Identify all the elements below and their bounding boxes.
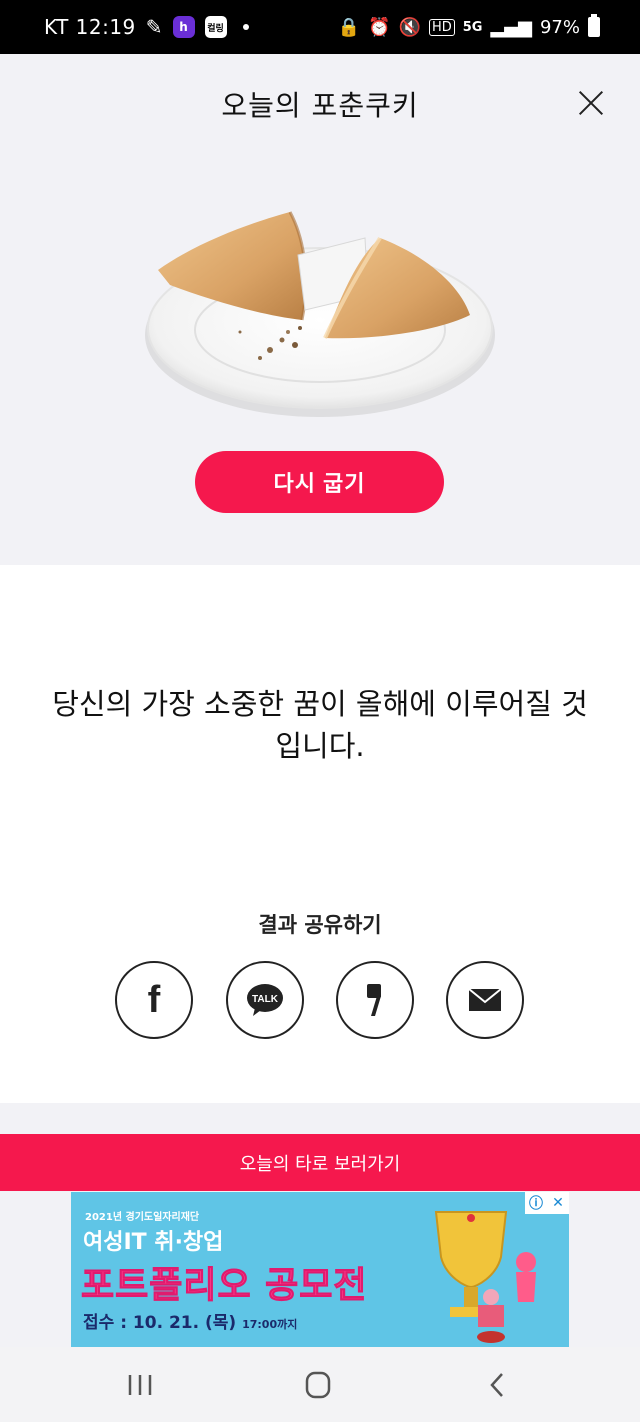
close-icon[interactable] (578, 90, 604, 116)
lock-icon: 🔒 (337, 16, 361, 38)
ad-date-label: 접수 : 10. 21. (목) (83, 1313, 237, 1333)
header: 오늘의 포춘쿠키 (0, 54, 640, 154)
status-right: 🔒 ⏰ 🔇 HD 5G ▂▄▆ 97% (337, 14, 600, 38)
ad-close-icon[interactable]: ✕ (547, 1192, 569, 1214)
hd-icon: HD (428, 18, 455, 36)
status-left: KT 12:19 ✎ h 컬링 (44, 15, 249, 39)
mail-icon (468, 988, 502, 1011)
fortune-panel: 당신의 가장 소중한 꿈이 올해에 이루어질 것입니다. 결과 공유하기 f T… (0, 565, 640, 1103)
mute-icon: 🔇 (398, 16, 421, 38)
network-5g-icon: 5G (462, 19, 483, 35)
tarot-link-button[interactable]: 오늘의 타로 보러가기 (0, 1134, 640, 1191)
page-title: 오늘의 포춘쿠키 (221, 89, 419, 122)
ad-headline: 여성IT 취·창업 (83, 1230, 224, 1255)
share-buttons: f TALK (0, 961, 640, 1041)
pen-icon: ✎ (145, 15, 163, 39)
notification-dot-icon (242, 24, 249, 30)
back-icon[interactable] (478, 1369, 518, 1401)
home-icon[interactable] (298, 1369, 338, 1401)
share-kakaotalk-button[interactable]: TALK (226, 961, 304, 1039)
ad-date-time: 17:00까지 (242, 1318, 298, 1331)
fortune-cookie-image (140, 200, 500, 430)
ad-date: 접수 : 10. 21. (목) 17:00까지 (83, 1308, 297, 1333)
bake-again-button[interactable]: 다시 굽기 (195, 451, 444, 513)
advertisement-banner[interactable]: 2021년 경기도일자리재단 여성IT 취·창업 포트폴리오 공모전 접수 : … (71, 1192, 569, 1347)
battery-icon (588, 14, 600, 37)
cookie-plate-illustration (145, 211, 495, 417)
trophy-illustration (434, 1211, 536, 1343)
kakaostory-icon (367, 984, 381, 1016)
signal-icon: ▂▄▆ (490, 16, 532, 38)
kakaotalk-icon: TALK (247, 984, 283, 1016)
ad-badges: ⓘ ✕ (525, 1192, 569, 1214)
facebook-icon: f (147, 978, 161, 1021)
share-label: 결과 공유하기 (258, 913, 382, 937)
kakaotalk-label: TALK (252, 994, 279, 1005)
share-email-button[interactable] (446, 961, 524, 1039)
ad-info-icon[interactable]: ⓘ (525, 1192, 547, 1214)
recent-apps-icon[interactable] (120, 1369, 160, 1401)
share-kakaostory-button[interactable] (336, 961, 414, 1039)
ad-sponsor: 2021년 경기도일자리재단 (85, 1212, 200, 1223)
alarm-icon: ⏰ (368, 16, 391, 38)
ad-title: 포트폴리오 공모전 (81, 1265, 368, 1307)
system-navigation-bar (0, 1347, 640, 1422)
battery-percent: 97% (539, 16, 580, 38)
share-facebook-button[interactable]: f (115, 961, 193, 1039)
app-h-icon: h (172, 16, 195, 38)
app-curling-icon: 컬링 (204, 16, 227, 38)
fortune-message: 당신의 가장 소중한 꿈이 올해에 이루어질 것입니다. (52, 687, 588, 763)
status-bar: KT 12:19 ✎ h 컬링 🔒 ⏰ 🔇 HD 5G ▂▄▆ 97% (0, 0, 640, 54)
carrier-time: KT 12:19 (44, 15, 136, 39)
